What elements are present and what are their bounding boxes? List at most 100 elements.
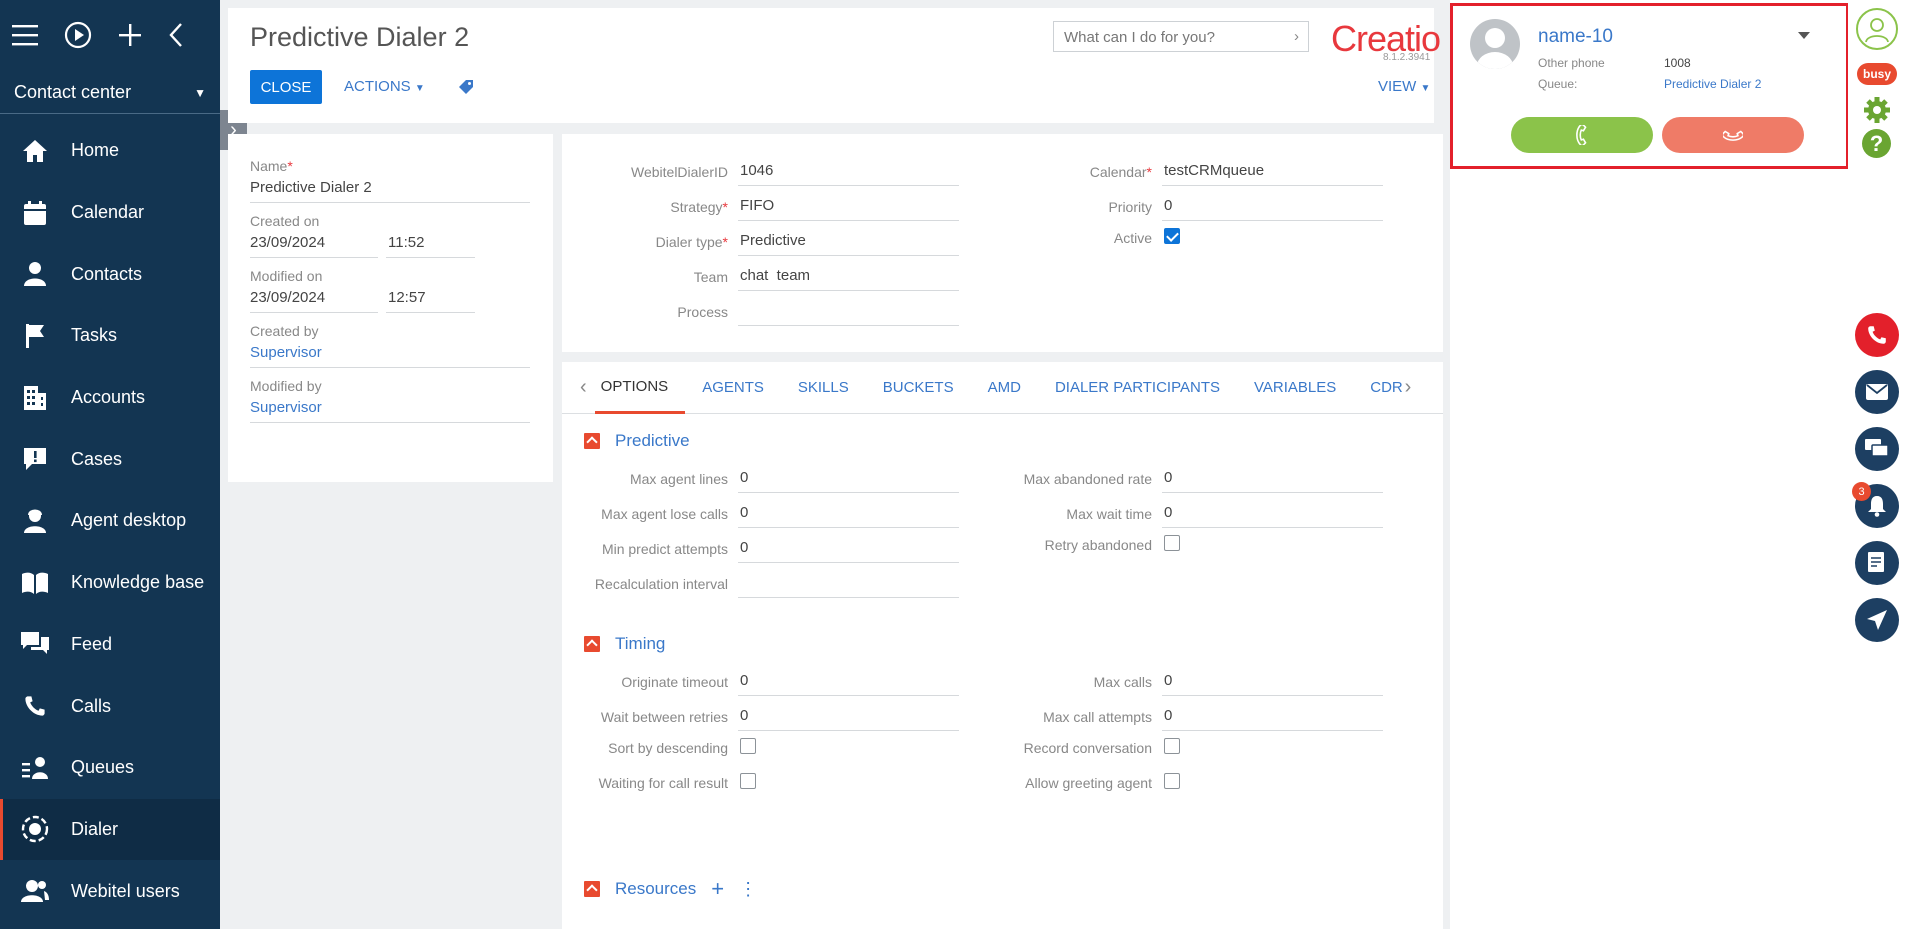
- tabs-scroll-right-icon[interactable]: ›: [1405, 376, 1412, 399]
- collapse-section-icon[interactable]: [584, 636, 600, 652]
- hamburger-menu-icon[interactable]: [12, 24, 38, 46]
- tab-variables[interactable]: VARIABLES: [1237, 362, 1353, 414]
- queue-link[interactable]: Predictive Dialer 2: [1664, 77, 1761, 91]
- originate-timeout-label: Originate timeout: [621, 674, 728, 690]
- sidebar-item-accounts[interactable]: Accounts: [0, 367, 220, 429]
- sidebar-item-calls[interactable]: Calls: [0, 675, 220, 737]
- flag-icon: [18, 321, 52, 351]
- workspace-selector[interactable]: Contact center ▼: [0, 72, 220, 114]
- tab-options[interactable]: OPTIONS: [594, 362, 686, 414]
- actions-label: ACTIONS: [344, 78, 411, 95]
- answer-call-button[interactable]: [1511, 117, 1653, 153]
- name-field[interactable]: Predictive Dialer 2: [250, 174, 530, 203]
- tab-bar: ‹ OPTIONS AGENTS SKILLS BUCKETS AMD DIALER PA…: [562, 362, 1443, 414]
- collapse-chevron-icon[interactable]: [168, 22, 184, 48]
- user-profile-icon[interactable]: [1856, 8, 1898, 50]
- calendar-field[interactable]: testCRMqueue: [1162, 158, 1383, 186]
- allow-greeting-agent-checkbox[interactable]: [1164, 773, 1180, 789]
- hangup-call-button[interactable]: [1662, 117, 1804, 153]
- sidebar-item-cases[interactable]: Cases: [0, 428, 220, 490]
- tab-buckets[interactable]: BUCKETS: [866, 362, 971, 414]
- wait-between-retries-field[interactable]: 0: [738, 703, 959, 731]
- team-field[interactable]: chat team: [738, 263, 959, 291]
- send-icon[interactable]: [1855, 598, 1899, 642]
- collapse-section-icon[interactable]: [584, 433, 600, 449]
- tag-icon[interactable]: [458, 79, 474, 99]
- agent-icon: [18, 506, 52, 536]
- view-button[interactable]: VIEW ▼: [1378, 78, 1430, 95]
- document-icon[interactable]: [1855, 541, 1899, 585]
- webitel-dialer-id-field[interactable]: 1046: [738, 158, 959, 186]
- sidebar-item-agent-desktop[interactable]: Agent desktop: [0, 490, 220, 552]
- sidebar-item-knowledge-base[interactable]: Knowledge base: [0, 552, 220, 614]
- active-checkbox[interactable]: [1164, 228, 1180, 244]
- dialer-icon: [18, 814, 52, 844]
- add-resource-icon[interactable]: +: [711, 876, 724, 902]
- tab-call[interactable]: CALL: [1420, 362, 1427, 414]
- created-on-label: Created on: [250, 213, 320, 229]
- sidebar-item-tasks[interactable]: Tasks: [0, 305, 220, 367]
- timing-section-title: Timing: [615, 634, 666, 653]
- timing-section-header[interactable]: Timing: [584, 634, 665, 654]
- settings-gear-icon[interactable]: [1862, 95, 1892, 129]
- play-process-icon[interactable]: [64, 21, 92, 49]
- queue-icon: [18, 753, 52, 783]
- sort-by-descending-row: Sort by descending: [562, 738, 756, 758]
- close-button[interactable]: CLOSE: [250, 70, 322, 104]
- collapse-section-icon[interactable]: [584, 881, 600, 897]
- tabs-scroll-left-icon[interactable]: ‹: [562, 376, 595, 399]
- tab-dialer-participants[interactable]: DIALER PARTICIPANTS: [1038, 362, 1237, 414]
- search-input[interactable]: What can I do for you? ›: [1053, 21, 1309, 52]
- min-predict-attempts-field[interactable]: 0: [738, 535, 959, 563]
- help-icon[interactable]: ?: [1862, 129, 1891, 158]
- users-icon: [18, 876, 52, 906]
- priority-field[interactable]: 0: [1162, 193, 1383, 221]
- more-options-icon[interactable]: ⋮: [739, 879, 757, 900]
- waiting-for-call-result-checkbox[interactable]: [740, 773, 756, 789]
- record-conversation-checkbox[interactable]: [1164, 738, 1180, 754]
- recalculation-interval-field[interactable]: [738, 570, 959, 598]
- max-agent-lose-calls-field[interactable]: 0: [738, 500, 959, 528]
- caller-name[interactable]: name-10: [1538, 26, 1613, 48]
- originate-timeout-field[interactable]: 0: [738, 668, 959, 696]
- max-agent-lines-field[interactable]: 0: [738, 465, 959, 493]
- process-field[interactable]: [738, 298, 959, 326]
- call-panel-dropdown-icon[interactable]: [1798, 32, 1810, 39]
- sidebar-item-calendar[interactable]: Calendar: [0, 182, 220, 244]
- add-icon[interactable]: [118, 23, 142, 47]
- status-badge[interactable]: busy: [1857, 63, 1897, 85]
- sort-by-descending-checkbox[interactable]: [740, 738, 756, 754]
- modified-by-link[interactable]: Supervisor: [250, 394, 530, 423]
- retry-abandoned-checkbox[interactable]: [1164, 535, 1180, 551]
- tab-skills[interactable]: SKILLS: [781, 362, 866, 414]
- max-call-attempts-label: Max call attempts: [1043, 709, 1152, 725]
- process-row: Process: [562, 298, 959, 326]
- sidebar-item-contacts[interactable]: Contacts: [0, 243, 220, 305]
- sidebar-item-label: Webitel users: [71, 880, 180, 901]
- max-call-attempts-field[interactable]: 0: [1162, 703, 1383, 731]
- created-by-link[interactable]: Supervisor: [250, 339, 530, 368]
- max-calls-field[interactable]: 0: [1162, 668, 1383, 696]
- resources-section-header[interactable]: Resources + ⋮: [584, 876, 757, 902]
- max-abandoned-rate-field[interactable]: 0: [1162, 465, 1383, 493]
- sort-by-descending-label: Sort by descending: [608, 740, 728, 756]
- workspace-label: Contact center: [14, 82, 132, 102]
- strategy-field[interactable]: FIFO: [738, 193, 959, 221]
- actions-button[interactable]: ACTIONS ▼: [344, 78, 425, 95]
- tab-agents[interactable]: AGENTS: [685, 362, 781, 414]
- sidebar-item-home[interactable]: Home: [0, 120, 220, 182]
- max-wait-time-field[interactable]: 0: [1162, 500, 1383, 528]
- sidebar-item-feed[interactable]: Feed: [0, 614, 220, 676]
- email-icon[interactable]: [1855, 370, 1899, 414]
- phone-panel-icon[interactable]: [1855, 313, 1899, 357]
- max-agent-lines-label: Max agent lines: [629, 471, 728, 487]
- sidebar-item-queues[interactable]: Queues: [0, 737, 220, 799]
- webitel-dialer-id-row: WebitelDialerID 1046: [562, 158, 959, 186]
- sidebar-item-dialer[interactable]: Dialer: [0, 798, 220, 861]
- dialer-type-field[interactable]: Predictive: [738, 228, 959, 256]
- tab-amd[interactable]: AMD: [971, 362, 1038, 414]
- chat-icon[interactable]: [1855, 427, 1899, 471]
- predictive-section-header[interactable]: Predictive: [584, 431, 690, 451]
- sidebar-item-webitel-users[interactable]: Webitel users: [0, 860, 220, 922]
- priority-label: Priority: [1108, 199, 1152, 215]
